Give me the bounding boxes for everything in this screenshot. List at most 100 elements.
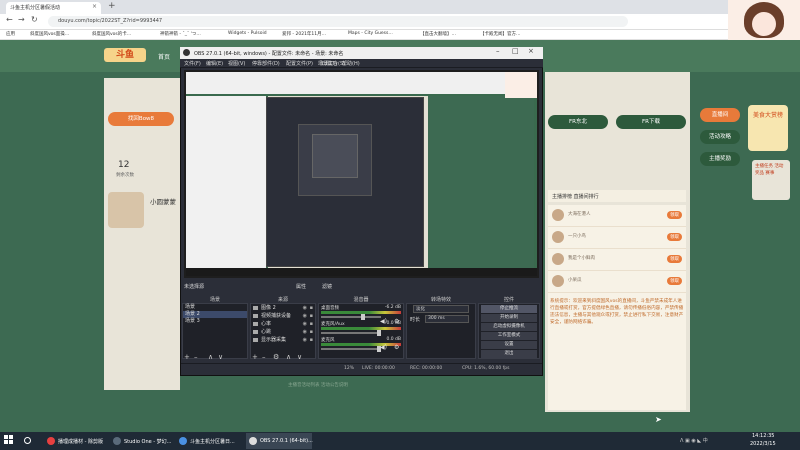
taskbar-app-active[interactable]: OBS 27.0.1 (64-bit)... [246,433,313,449]
volume-slider[interactable] [321,314,381,320]
scene-item[interactable]: 场景 [183,304,247,311]
bookmark-item[interactable]: 【直击大翻墙】… [420,31,456,37]
live-room-button[interactable]: 直播间 [700,108,740,122]
add-source-button[interactable]: + [252,353,258,361]
remove-source-button[interactable]: – [262,353,266,361]
claim-button[interactable]: 领取 [667,233,682,241]
move-down-button[interactable]: ∨ [297,353,302,361]
taskbar-app[interactable]: Studio One - 梦幻... [110,433,176,449]
scene-item[interactable]: 场景 3 [183,318,247,325]
left-action-button[interactable]: 找回Bow8 [108,112,174,126]
eye-icon[interactable]: ◉ [303,304,307,312]
move-up-button[interactable]: ∧ [208,353,213,361]
start-button[interactable] [4,435,14,445]
add-scene-button[interactable]: + [184,353,190,361]
streamer-avatar[interactable] [108,192,144,228]
eye-icon[interactable]: ◉ [303,336,307,344]
ranking-tabs[interactable]: 主播排榜 直播间排行 [548,190,686,202]
speaker-icon[interactable]: ◀) [380,344,387,351]
transition-select[interactable]: 淡化 [413,305,469,313]
gear-icon[interactable]: ⚙ [394,318,399,325]
source-item[interactable]: 视频捕获设备 ◉ ▪ [251,312,315,320]
url-input[interactable]: douyu.com/topic/2022ST_Z?rid=9993447 [48,16,628,27]
source-item[interactable]: 心率 ◉ ▪ [251,320,315,328]
back-icon[interactable]: ← [6,15,13,24]
move-down-button[interactable]: ∨ [218,353,223,361]
source-item[interactable]: 心跳 ◉ ▪ [251,328,315,336]
mixer-dock-title: 混音器 [353,297,369,303]
claim-button[interactable]: 领取 [667,277,682,285]
claim-button[interactable]: 领取 [667,211,682,219]
menu-profile[interactable]: 配置文件(P) [286,60,313,67]
nav-home[interactable]: 首页 [158,52,170,61]
bookmark-item[interactable]: 斜度国风vos的卡… [92,31,131,37]
speaker-icon[interactable]: ◀) [380,318,387,325]
clock-time[interactable]: 14:12:35 [752,433,774,439]
minimize-icon[interactable]: – [496,47,500,55]
streamer-name[interactable]: 小圆蒙蒙 [150,196,176,206]
reward-button[interactable]: 主播奖励 [700,152,740,166]
bookmark-item[interactable]: 爱邦 - 2021年11月… [282,31,326,37]
bookmark-item[interactable]: 斜度国风vos面操… [30,31,69,37]
new-tab-button[interactable]: + [108,1,116,11]
taskbar-app[interactable]: 播理成播材 - 除剪版 [44,433,110,449]
tab-close-icon[interactable]: × [92,3,97,10]
guide-button[interactable]: 活动攻略 [700,130,740,144]
bookmark-item[interactable]: Widgets - Pulsoid [228,31,267,36]
menu-help[interactable]: 帮助(H) [342,60,360,67]
site-logo[interactable]: 斗鱼 [104,48,146,62]
studio-mode-button[interactable]: 工作室模式 [481,332,537,340]
browser-tab-active[interactable]: 斗鱼主机分区暑假活动 [6,2,101,14]
exit-button[interactable]: 退出 [481,350,537,358]
virtual-camera-button[interactable]: 启动虚拟摄像机 [481,323,537,331]
menu-file[interactable]: 文件(F) [184,60,201,67]
settings-button[interactable]: 设置 [481,341,537,349]
properties-button[interactable]: 属性 [296,283,306,290]
lock-icon[interactable]: ▪ [310,328,313,336]
eye-icon[interactable]: ◉ [303,312,307,320]
menu-docks[interactable]: 停靠部件(D) [252,60,280,67]
menu-tools[interactable]: 工具(T) [320,60,337,67]
duration-input[interactable]: 300 ms [425,315,469,323]
bookmark-item[interactable]: 【卡殿无闻】官方… [480,31,521,37]
bookmark-item[interactable]: Maps - City Guess… [348,31,393,36]
close-icon[interactable]: × [528,47,534,55]
search-icon[interactable] [24,437,31,444]
menu-view[interactable]: 视图(V) [228,60,245,67]
filters-button[interactable]: 滤镜 [322,283,332,290]
claim-button[interactable]: 领取 [667,255,682,263]
promo-badge[interactable]: 美食大赏榜 [748,105,788,151]
source-item[interactable]: 图像 2 ◉ ▪ [251,304,315,312]
lock-icon[interactable]: ▪ [310,336,313,344]
volume-slider[interactable] [321,346,381,352]
system-tray[interactable]: ᐱ ▣ ◉ ◣ 中 [680,437,708,444]
source-settings-icon[interactable]: ⚙ [273,353,279,361]
volume-slider[interactable] [321,330,381,336]
maximize-icon[interactable]: □ [512,47,519,55]
footer-links[interactable]: 主播音活动列表 活动公告说明 [288,382,348,388]
remove-scene-button[interactable]: – [194,353,198,361]
gear-icon[interactable]: ⚙ [394,344,399,351]
stop-streaming-button[interactable]: 停止推流 [481,305,537,313]
lock-icon[interactable]: ▪ [310,304,313,312]
scene-item[interactable]: 场景 2 [183,311,247,318]
eye-icon[interactable]: ◉ [303,328,307,336]
download-button[interactable]: FR下载 [616,115,686,129]
start-recording-button[interactable]: 开始录制 [481,314,537,322]
clock-date[interactable]: 2022/3/15 [750,441,776,447]
region-button[interactable]: FR东北 [548,115,608,129]
source-item[interactable]: 显示器采集 ◉ ▪ [251,336,315,344]
lock-icon[interactable]: ▪ [310,320,313,328]
menu-edit[interactable]: 编辑(E) [206,60,223,67]
volume-meter [321,343,401,346]
forward-icon[interactable]: → [18,15,25,24]
taskbar-app[interactable]: 斗鱼主机分区暑日... [176,433,246,449]
lock-icon[interactable]: ▪ [310,312,313,320]
bookmark-item[interactable]: 应用 [6,31,15,37]
eye-icon[interactable]: ◉ [303,320,307,328]
bookmark-item[interactable]: 神箭神箭 - ˇ_ˇ 'つ… [160,31,201,37]
remaining-label: 剩余次数 [116,173,134,178]
promo-list[interactable]: 主播任务 活动奖品 赛事 [752,160,790,200]
reload-icon[interactable]: ↻ [31,15,38,24]
move-up-button[interactable]: ∧ [286,353,291,361]
